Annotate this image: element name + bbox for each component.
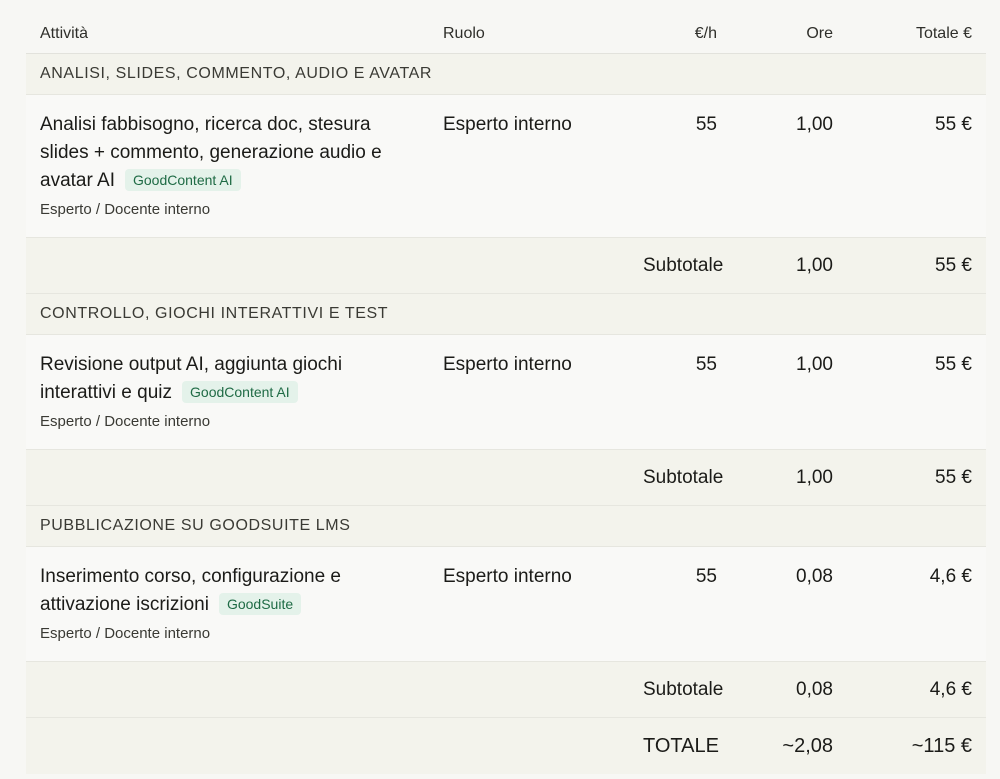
subtotal-row: Subtotale 0,08 4,6 € — [26, 661, 986, 718]
tool-badge: GoodContent AI — [182, 381, 298, 403]
header-total: Totale € — [847, 14, 986, 54]
grand-total-label: TOTALE — [629, 717, 731, 774]
grand-total-hours: ~2,08 — [731, 717, 847, 774]
hours-cell: 1,00 — [731, 334, 847, 450]
activity-cell: Analisi fabbisogno, ricerca doc, stesura… — [26, 94, 429, 238]
cost-table-container: Attività Ruolo €/h Ore Totale € ANALISI,… — [26, 14, 986, 774]
grand-total-row: TOTALE ~2,08 ~115 € — [26, 717, 986, 774]
section-header: PUBBLICAZIONE SU GOODSUITE LMS — [26, 505, 986, 547]
header-rate: €/h — [629, 14, 731, 54]
role-cell: Esperto interno — [429, 94, 629, 238]
subtotal-hours: 1,00 — [731, 237, 847, 294]
role-cell: Esperto interno — [429, 334, 629, 450]
activity-cell: Inserimento corso, configurazione e atti… — [26, 546, 429, 662]
subtotal-hours: 0,08 — [731, 661, 847, 718]
subtotal-total: 55 € — [847, 449, 986, 506]
subtotal-label: Subtotale — [629, 661, 731, 718]
subtotal-total: 55 € — [847, 237, 986, 294]
rate-cell: 55 — [629, 334, 731, 450]
total-cell: 55 € — [847, 94, 986, 238]
subtotal-hours: 1,00 — [731, 449, 847, 506]
subtotal-label: Subtotale — [629, 449, 731, 506]
table-row: Analisi fabbisogno, ricerca doc, stesura… — [26, 94, 986, 238]
hours-cell: 0,08 — [731, 546, 847, 662]
section-title: CONTROLLO, GIOCHI INTERATTIVI E TEST — [26, 293, 986, 335]
subtotal-row: Subtotale 1,00 55 € — [26, 237, 986, 294]
section-title: PUBBLICAZIONE SU GOODSUITE LMS — [26, 505, 986, 547]
cost-breakdown-table: Attività Ruolo €/h Ore Totale € ANALISI,… — [26, 14, 986, 774]
rate-cell: 55 — [629, 94, 731, 238]
total-cell: 55 € — [847, 334, 986, 450]
tool-badge: GoodContent AI — [125, 169, 241, 191]
grand-total-amount: ~115 € — [847, 717, 986, 774]
header-hours: Ore — [731, 14, 847, 54]
table-row: Revisione output AI, aggiunta giochi int… — [26, 334, 986, 450]
tool-badge: GoodSuite — [218, 593, 302, 615]
activity-performer: Esperto / Docente interno — [40, 625, 211, 642]
activity-performer: Esperto / Docente interno — [40, 201, 211, 218]
hours-cell: 1,00 — [731, 94, 847, 238]
rate-cell: 55 — [629, 546, 731, 662]
table-header-row: Attività Ruolo €/h Ore Totale € — [26, 14, 986, 54]
subtotal-label: Subtotale — [629, 237, 731, 294]
role-cell: Esperto interno — [429, 546, 629, 662]
total-cell: 4,6 € — [847, 546, 986, 662]
header-activity: Attività — [26, 14, 429, 54]
table-row: Inserimento corso, configurazione e atti… — [26, 546, 986, 662]
activity-cell: Revisione output AI, aggiunta giochi int… — [26, 334, 429, 450]
header-role: Ruolo — [429, 14, 629, 54]
activity-performer: Esperto / Docente interno — [40, 413, 211, 430]
section-header: ANALISI, SLIDES, COMMENTO, AUDIO E AVATA… — [26, 53, 986, 95]
section-header: CONTROLLO, GIOCHI INTERATTIVI E TEST — [26, 293, 986, 335]
subtotal-row: Subtotale 1,00 55 € — [26, 449, 986, 506]
section-title: ANALISI, SLIDES, COMMENTO, AUDIO E AVATA… — [26, 53, 986, 95]
subtotal-total: 4,6 € — [847, 661, 986, 718]
